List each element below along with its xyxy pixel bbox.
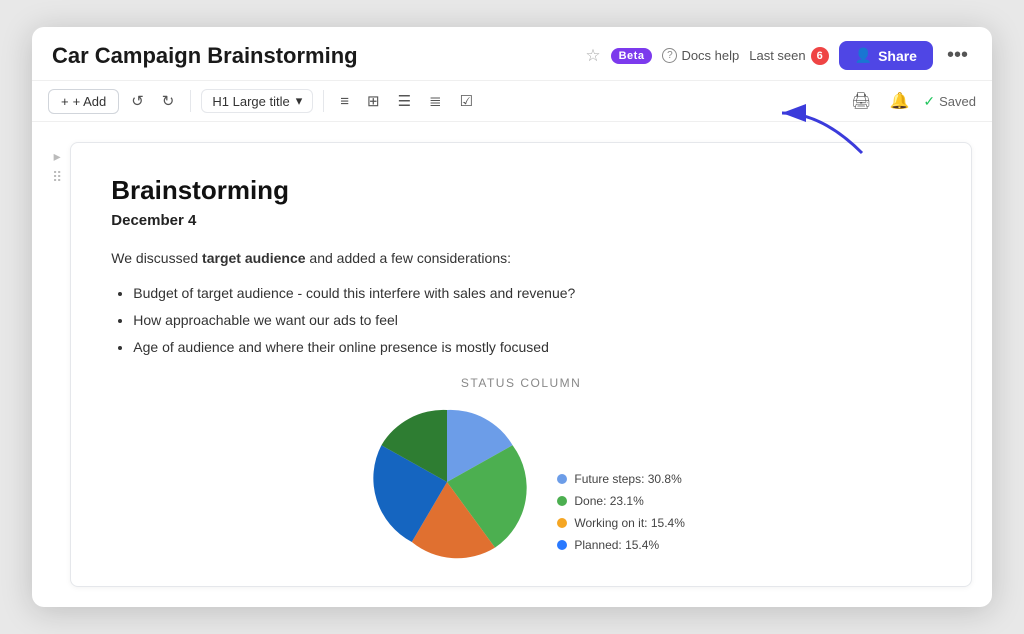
- toolbar-right: 🖨 🔔 ✓ Saved: [847, 87, 976, 115]
- doc-bullet-list: Budget of target audience - could this i…: [111, 283, 931, 358]
- legend-dot-future: [557, 474, 567, 484]
- document-title: Car Campaign Brainstorming: [52, 43, 569, 69]
- doc-date: December 4: [111, 212, 931, 229]
- star-icon[interactable]: ☆: [585, 46, 600, 66]
- more-options-button[interactable]: •••: [943, 42, 972, 69]
- docs-help-label: Docs help: [681, 48, 739, 63]
- docs-help-btn[interactable]: ? Docs help: [662, 48, 739, 63]
- toolbar-divider-1: [190, 90, 191, 112]
- pie-chart: [357, 402, 537, 562]
- chart-row: Future steps: 30.8% Done: 23.1% Working …: [111, 402, 931, 562]
- header-actions: Beta ? Docs help Last seen 6 👤 Share •••: [611, 41, 972, 70]
- check-icon: ☑: [460, 92, 473, 110]
- notifications-button[interactable]: 🔔: [885, 87, 913, 115]
- document-body: Brainstorming December 4 We discussed ta…: [70, 142, 972, 587]
- legend-item-future: Future steps: 30.8%: [557, 472, 685, 486]
- align-button[interactable]: ≡: [334, 89, 355, 114]
- table-button[interactable]: ⊞: [361, 88, 386, 114]
- main-window: Car Campaign Brainstorming ☆ Beta ? Docs…: [32, 27, 992, 607]
- add-label: + Add: [73, 94, 107, 109]
- table-icon: ⊞: [367, 92, 380, 110]
- checklist-button[interactable]: ☑: [454, 88, 479, 114]
- numbered-icon: ≣: [429, 92, 442, 110]
- header: Car Campaign Brainstorming ☆ Beta ? Docs…: [32, 27, 992, 81]
- text-style-selector[interactable]: H1 Large title ▾: [201, 89, 313, 113]
- plus-icon: +: [61, 94, 69, 109]
- doc-heading: Brainstorming: [111, 175, 931, 206]
- legend-label-working: Working on it: 15.4%: [574, 516, 685, 530]
- drag-handle-icon: ⠿: [52, 169, 62, 186]
- chart-title: STATUS COLUMN: [111, 376, 931, 390]
- saved-text: Saved: [939, 94, 976, 109]
- legend-item-working: Working on it: 15.4%: [557, 516, 685, 530]
- last-seen-label: Last seen: [749, 48, 805, 63]
- list-item: Budget of target audience - could this i…: [133, 283, 931, 304]
- help-circle-icon: ?: [662, 48, 677, 63]
- doc-paragraph: We discussed target audience and added a…: [111, 247, 931, 269]
- bullet-icon: ☰: [398, 92, 411, 110]
- add-button[interactable]: + + Add: [48, 89, 119, 114]
- sidebar-handle[interactable]: ▸ ⠿: [52, 142, 70, 587]
- list-item: How approachable we want our ads to feel: [133, 310, 931, 331]
- list-item: Age of audience and where their online p…: [133, 337, 931, 358]
- saved-check-icon: ✓: [923, 93, 935, 110]
- legend-label-future: Future steps: 30.8%: [574, 472, 681, 486]
- target-audience-bold: target audience: [202, 250, 305, 266]
- share-label: Share: [878, 48, 917, 64]
- numbered-list-button[interactable]: ≣: [423, 88, 448, 114]
- beta-badge: Beta: [611, 48, 653, 64]
- more-dots-icon: •••: [947, 44, 968, 66]
- legend-item-done: Done: 23.1%: [557, 494, 685, 508]
- redo-icon: ↻: [162, 92, 175, 110]
- saved-status: ✓ Saved: [923, 93, 976, 110]
- chart-section: STATUS COLUMN: [111, 376, 931, 562]
- collapse-icon: ▸: [54, 148, 61, 165]
- chevron-down-icon: ▾: [296, 93, 303, 109]
- chart-legend: Future steps: 30.8% Done: 23.1% Working …: [557, 472, 685, 552]
- toolbar: + + Add ↺ ↻ H1 Large title ▾ ≡ ⊞ ☰ ≣ ☑: [32, 81, 992, 122]
- share-button[interactable]: 👤 Share: [839, 41, 933, 70]
- legend-dot-planned: [557, 540, 567, 550]
- last-seen-count: 6: [811, 47, 829, 65]
- legend-item-planned: Planned: 15.4%: [557, 538, 685, 552]
- undo-button[interactable]: ↺: [125, 88, 150, 114]
- text-style-label: H1 Large title: [212, 94, 289, 109]
- legend-dot-done: [557, 496, 567, 506]
- legend-label-done: Done: 23.1%: [574, 494, 643, 508]
- bell-icon: 🔔: [889, 93, 909, 110]
- last-seen-indicator: Last seen 6: [749, 47, 828, 65]
- person-icon: 👤: [855, 47, 872, 64]
- toolbar-divider-2: [323, 90, 324, 112]
- align-icon: ≡: [340, 93, 349, 110]
- content-area: ▸ ⠿ Brainstorming December 4 We discusse…: [32, 122, 992, 587]
- legend-dot-working: [557, 518, 567, 528]
- print-button[interactable]: 🖨: [847, 87, 875, 115]
- undo-icon: ↺: [131, 92, 144, 110]
- legend-label-planned: Planned: 15.4%: [574, 538, 659, 552]
- redo-button[interactable]: ↻: [156, 88, 181, 114]
- print-icon: 🖨: [851, 93, 871, 110]
- bullet-list-button[interactable]: ☰: [392, 88, 417, 114]
